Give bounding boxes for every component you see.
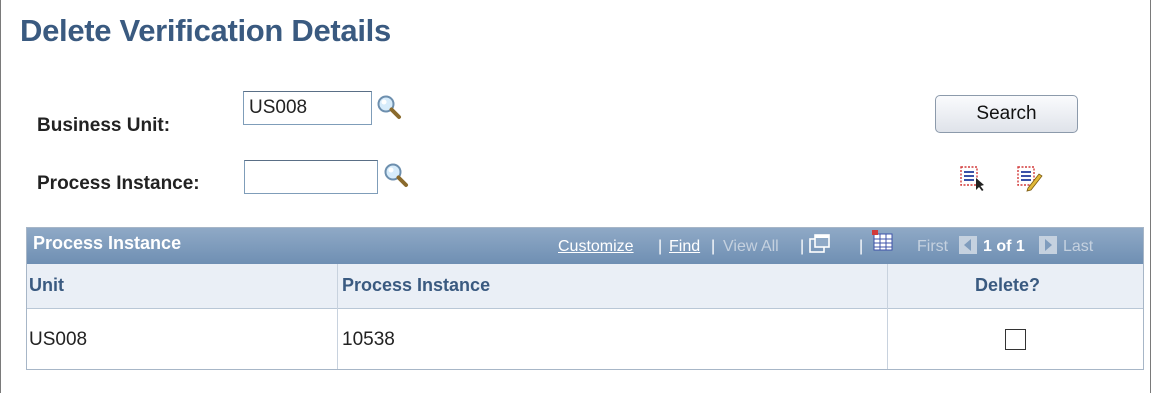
process-instance-grid: Process Instance Customize | Find | View… bbox=[26, 227, 1144, 370]
column-divider bbox=[337, 264, 338, 369]
column-divider bbox=[887, 264, 888, 369]
business-unit-input[interactable] bbox=[243, 91, 372, 125]
process-instance-cell: 10538 bbox=[342, 329, 395, 350]
first-link: First bbox=[917, 238, 949, 255]
column-header-row: Unit Process Instance Delete? bbox=[27, 264, 1143, 309]
last-link: Last bbox=[1063, 238, 1094, 255]
process-instance-lookup-icon[interactable] bbox=[382, 161, 410, 189]
business-unit-lookup-icon[interactable] bbox=[375, 93, 403, 121]
process-instance-label: Process Instance: bbox=[37, 173, 200, 194]
nav-separator: | bbox=[800, 238, 805, 255]
business-unit-label: Business Unit: bbox=[37, 115, 171, 136]
process-instance-input[interactable] bbox=[244, 160, 378, 194]
select-all-icon[interactable] bbox=[958, 164, 986, 192]
nav-separator: | bbox=[711, 238, 716, 255]
prev-arrow-icon bbox=[959, 236, 977, 259]
deselect-all-icon[interactable] bbox=[1015, 164, 1043, 192]
unit-cell: US008 bbox=[29, 329, 88, 350]
find-link[interactable]: Find bbox=[669, 238, 700, 256]
download-grid-icon[interactable] bbox=[871, 230, 895, 257]
left-border bbox=[0, 0, 1, 393]
customize-link[interactable]: Customize bbox=[558, 238, 634, 256]
column-header-unit: Unit bbox=[29, 275, 64, 295]
view-all-link: View All bbox=[723, 238, 779, 255]
grid-title: Process Instance bbox=[33, 233, 182, 253]
column-header-process-instance: Process Instance bbox=[342, 275, 491, 295]
page-title: Delete Verification Details bbox=[20, 13, 391, 48]
new-window-icon[interactable] bbox=[809, 234, 831, 259]
grid-header: Process Instance Customize | Find | View… bbox=[27, 228, 1143, 264]
nav-separator: | bbox=[859, 238, 864, 255]
page-info: 1 of 1 bbox=[983, 238, 1025, 255]
table-row: US008 10538 bbox=[27, 309, 1143, 369]
nav-separator: | bbox=[658, 238, 663, 255]
next-arrow-icon bbox=[1039, 236, 1057, 259]
column-header-delete: Delete? bbox=[975, 275, 1041, 295]
search-button[interactable]: Search bbox=[935, 95, 1078, 133]
delete-checkbox[interactable] bbox=[1005, 329, 1026, 350]
